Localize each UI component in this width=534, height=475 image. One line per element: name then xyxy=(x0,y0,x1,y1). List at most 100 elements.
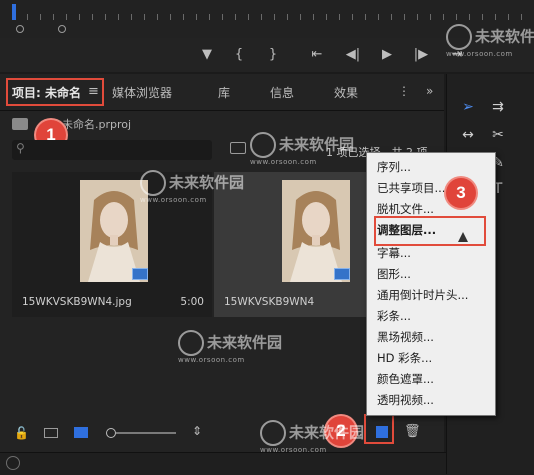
playhead[interactable] xyxy=(12,4,16,20)
ruler-tick xyxy=(339,14,340,20)
ruler-tick xyxy=(456,14,457,20)
ruler-tick xyxy=(92,14,93,20)
ruler-tick xyxy=(274,14,275,20)
search-icon: ⚲ xyxy=(16,141,25,155)
ruler-tick xyxy=(326,14,327,20)
double-chevron-right-icon[interactable]: » xyxy=(426,84,433,98)
ruler-tick xyxy=(404,14,405,20)
ruler-tick xyxy=(144,14,145,20)
folder-icon xyxy=(12,118,28,130)
sort-icon[interactable]: ⇕ xyxy=(192,424,202,438)
annotation-badge-3: 3 xyxy=(446,178,476,208)
ruler-tick xyxy=(27,14,28,20)
ruler-tick xyxy=(222,14,223,20)
track-select-tool-icon[interactable]: ⇉ xyxy=(487,96,509,118)
ruler-tick xyxy=(287,14,288,20)
menu-item-captions[interactable]: 字幕... xyxy=(377,245,411,261)
watermark: 未来软件园www.orsoon.com xyxy=(446,24,534,58)
ruler-tick xyxy=(40,14,41,20)
play-button[interactable]: ▶ xyxy=(376,46,398,64)
media-duration: 5:00 xyxy=(180,296,204,308)
ripple-edit-tool-icon[interactable]: ↔ xyxy=(457,124,479,146)
watermark: 未来软件园www.orsoon.com xyxy=(178,330,282,364)
media-filename: 15WKVSKB9WN4.jpg xyxy=(22,296,132,308)
menu-item-black-video[interactable]: 黑场视频... xyxy=(377,329,434,345)
watermark: 未来软件园www.orsoon.com xyxy=(260,420,364,454)
step-back-button[interactable]: ◀| xyxy=(342,46,364,64)
ruler-tick xyxy=(495,14,496,20)
ruler-tick xyxy=(313,14,314,20)
ruler-tick xyxy=(196,14,197,20)
menu-item-offline-file[interactable]: 脱机文件... xyxy=(377,201,434,217)
ruler-tick xyxy=(79,14,80,20)
keyframe-marker[interactable] xyxy=(16,25,24,33)
add-marker-button[interactable]: ▼ xyxy=(196,46,218,64)
ruler-tick xyxy=(417,14,418,20)
ruler-tick xyxy=(183,14,184,20)
ruler-tick xyxy=(170,14,171,20)
tab-libraries[interactable]: 库 xyxy=(218,84,230,101)
menu-item-hd-bars[interactable]: HD 彩条... xyxy=(377,350,432,366)
ruler-tick xyxy=(365,14,366,20)
lock-icon[interactable]: 🔓 xyxy=(14,426,29,440)
ruler-tick xyxy=(118,14,119,20)
ruler-tick xyxy=(131,14,132,20)
selection-tool-icon[interactable]: ➢ xyxy=(457,96,479,118)
tab-effects[interactable]: 效果 xyxy=(334,84,358,101)
ruler-tick xyxy=(235,14,236,20)
ruler-tick xyxy=(66,14,67,20)
ruler-tick xyxy=(391,14,392,20)
icon-view-icon[interactable] xyxy=(74,427,88,438)
ruler-tick xyxy=(521,14,522,20)
new-search-bin-icon[interactable] xyxy=(230,142,246,154)
watermark: 未来软件园www.orsoon.com xyxy=(250,132,354,166)
ruler-tick xyxy=(157,14,158,20)
menu-item-shared-project[interactable]: 已共享项目... xyxy=(377,180,445,196)
annotation-box-new-item xyxy=(364,414,394,444)
ruler-tick xyxy=(300,14,301,20)
menu-item-color-matte[interactable]: 颜色遮罩... xyxy=(377,371,434,387)
ruler-tick xyxy=(443,14,444,20)
menu-item-transparent-video[interactable]: 透明视频... xyxy=(377,392,434,408)
tab-overflow[interactable]: ⋮ xyxy=(398,84,410,98)
mouse-cursor-icon xyxy=(458,232,468,242)
media-filename: 15WKVSKB9WN4 xyxy=(224,296,315,308)
go-to-in-button[interactable]: ⇤ xyxy=(306,46,328,64)
tab-info[interactable]: 信息 xyxy=(270,84,294,101)
menu-item-sequence[interactable]: 序列... xyxy=(377,159,411,175)
mark-in-button[interactable]: { xyxy=(228,46,250,64)
menu-item-graphic[interactable]: 图形... xyxy=(377,266,411,282)
clip-format-icon xyxy=(132,268,148,280)
ruler-tick xyxy=(105,14,106,20)
keyframe-marker[interactable] xyxy=(58,25,66,33)
ruler-tick xyxy=(378,14,379,20)
media-thumbnail xyxy=(80,180,148,282)
media-thumbnail xyxy=(282,180,350,282)
zoom-slider[interactable] xyxy=(116,432,176,434)
ruler-tick xyxy=(248,14,249,20)
ruler-tick xyxy=(352,14,353,20)
menu-item-countdown-leader[interactable]: 通用倒计时片头... xyxy=(377,287,468,303)
ruler-tick xyxy=(469,14,470,20)
ruler-tick xyxy=(430,14,431,20)
menu-item-bars-and-tone[interactable]: 彩条... xyxy=(377,308,411,324)
mark-out-button[interactable]: } xyxy=(262,46,284,64)
ruler-tick xyxy=(53,14,54,20)
ruler-tick xyxy=(209,14,210,20)
step-forward-button[interactable]: |▶ xyxy=(410,46,432,64)
zoom-slider-handle[interactable] xyxy=(106,428,116,438)
ruler-tick xyxy=(508,14,509,20)
ruler-ticks xyxy=(14,14,534,22)
watermark: 未来软件园www.orsoon.com xyxy=(140,170,244,204)
ruler-tick xyxy=(482,14,483,20)
tab-media-browser[interactable]: 媒体浏览器 xyxy=(112,84,172,101)
ruler-tick xyxy=(261,14,262,20)
razor-tool-icon[interactable]: ✂ xyxy=(487,124,509,146)
search-input[interactable]: ⚲ xyxy=(12,140,212,160)
annotation-box-adjustment-layer xyxy=(374,216,486,246)
new-item-context-menu: 序列... 已共享项目... 脱机文件... 调整图层... 字幕... 图形.… xyxy=(366,152,496,416)
sequence-icon xyxy=(334,268,350,280)
list-view-icon[interactable] xyxy=(44,428,58,438)
trash-icon[interactable]: 🗑 xyxy=(404,424,421,439)
project-file-name: 未命名.prproj xyxy=(62,118,132,131)
